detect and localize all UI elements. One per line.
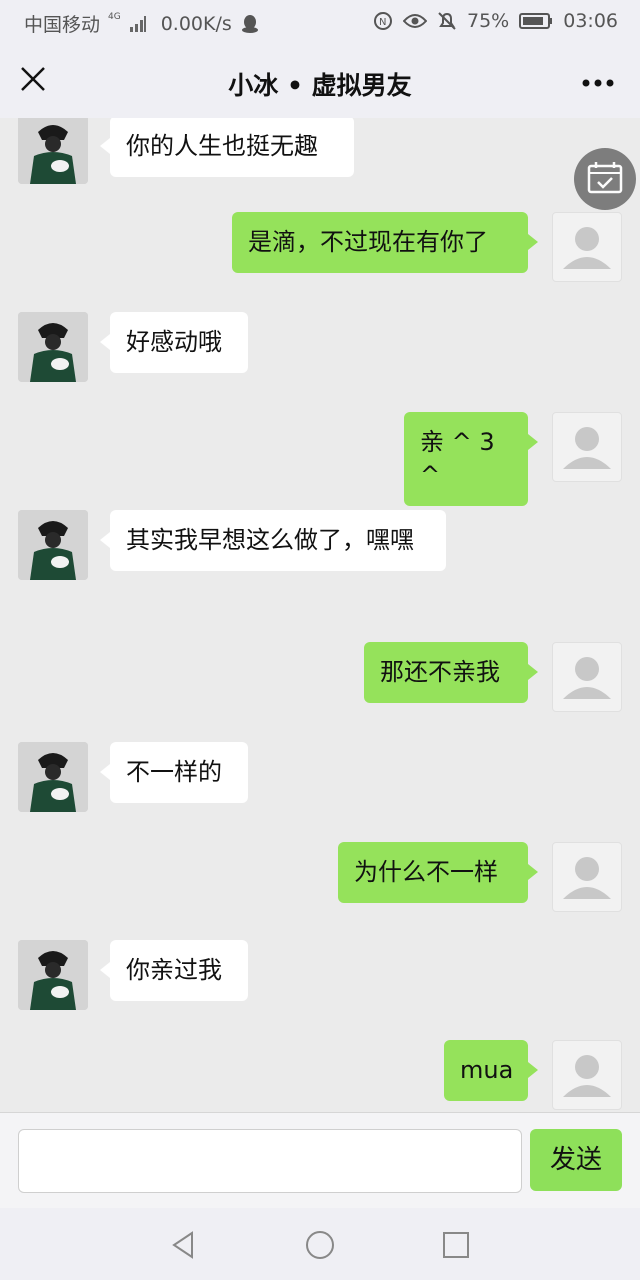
home-icon[interactable] xyxy=(304,1229,336,1261)
battery-percent: 75% xyxy=(467,10,510,32)
back-icon[interactable] xyxy=(170,1230,196,1260)
calendar-check-icon xyxy=(587,162,623,194)
bot-message-bubble[interactable]: 你的人生也挺无趣 xyxy=(100,118,354,177)
input-bar: 发送 xyxy=(0,1112,640,1209)
user-message-bubble[interactable]: 亲 ^ 3 ^ xyxy=(404,412,538,506)
default-user-icon xyxy=(563,857,611,899)
default-user-icon xyxy=(563,227,611,269)
bot-message-bubble[interactable]: 好感动哦 xyxy=(100,312,248,373)
user-message-bubble[interactable]: 那还不亲我 xyxy=(364,642,538,703)
bot-message-bubble[interactable]: 其实我早想这么做了，嘿嘿 xyxy=(100,510,446,571)
clock: 03:06 xyxy=(563,10,618,32)
user-avatar[interactable] xyxy=(552,642,622,712)
chat-header: 小冰 • 虚拟男友 xyxy=(0,44,640,119)
user-avatar[interactable] xyxy=(552,842,622,912)
bot-avatar[interactable] xyxy=(18,940,88,1010)
avatar-image xyxy=(18,510,88,580)
carrier-label: 中国移动 xyxy=(24,14,101,36)
default-user-icon xyxy=(563,1055,611,1097)
chat-area[interactable]: 你的人生也挺无趣 是滴，不过现在有你了 好感动哦 亲 ^ 3 ^ 其实我早想这么… xyxy=(0,118,640,1112)
avatar-image xyxy=(18,742,88,812)
default-user-icon xyxy=(563,657,611,699)
eye-icon xyxy=(403,14,427,28)
user-avatar[interactable] xyxy=(552,1040,622,1110)
battery-icon xyxy=(519,13,553,29)
status-bar: 中国移动 4G 0.00K/s N 75% 03:06 xyxy=(0,0,640,44)
user-message-bubble[interactable]: mua xyxy=(444,1040,538,1101)
bot-message-bubble[interactable]: 不一样的 xyxy=(100,742,248,803)
avatar-image xyxy=(18,940,88,1010)
more-icon[interactable] xyxy=(582,78,614,88)
mute-bell-icon xyxy=(438,12,456,30)
bot-avatar[interactable] xyxy=(18,510,88,580)
user-message-bubble[interactable]: 为什么不一样 xyxy=(338,842,538,903)
recents-icon[interactable] xyxy=(442,1231,470,1259)
bot-avatar[interactable] xyxy=(18,742,88,812)
avatar-image xyxy=(18,312,88,382)
network-speed: 0.00K/s xyxy=(160,12,232,35)
chat-title: 小冰 • 虚拟男友 xyxy=(228,71,412,100)
send-button[interactable]: 发送 xyxy=(530,1129,622,1191)
avatar-image xyxy=(18,118,88,184)
svg-text:N: N xyxy=(379,17,386,28)
signal-icon xyxy=(129,15,146,32)
message-input[interactable] xyxy=(18,1129,522,1193)
system-nav-bar xyxy=(0,1208,640,1280)
user-avatar[interactable] xyxy=(552,212,622,282)
bot-message-bubble[interactable]: 你亲过我 xyxy=(100,940,248,1001)
default-user-icon xyxy=(563,427,611,469)
qq-icon xyxy=(241,14,258,33)
user-message-bubble[interactable]: 是滴，不过现在有你了 xyxy=(232,212,538,273)
bot-avatar[interactable] xyxy=(18,312,88,382)
network-badge: 4G xyxy=(108,11,121,22)
bot-avatar[interactable] xyxy=(18,118,88,184)
nfc-icon: N xyxy=(374,12,392,30)
calendar-floating-button[interactable] xyxy=(574,148,636,210)
user-avatar[interactable] xyxy=(552,412,622,482)
